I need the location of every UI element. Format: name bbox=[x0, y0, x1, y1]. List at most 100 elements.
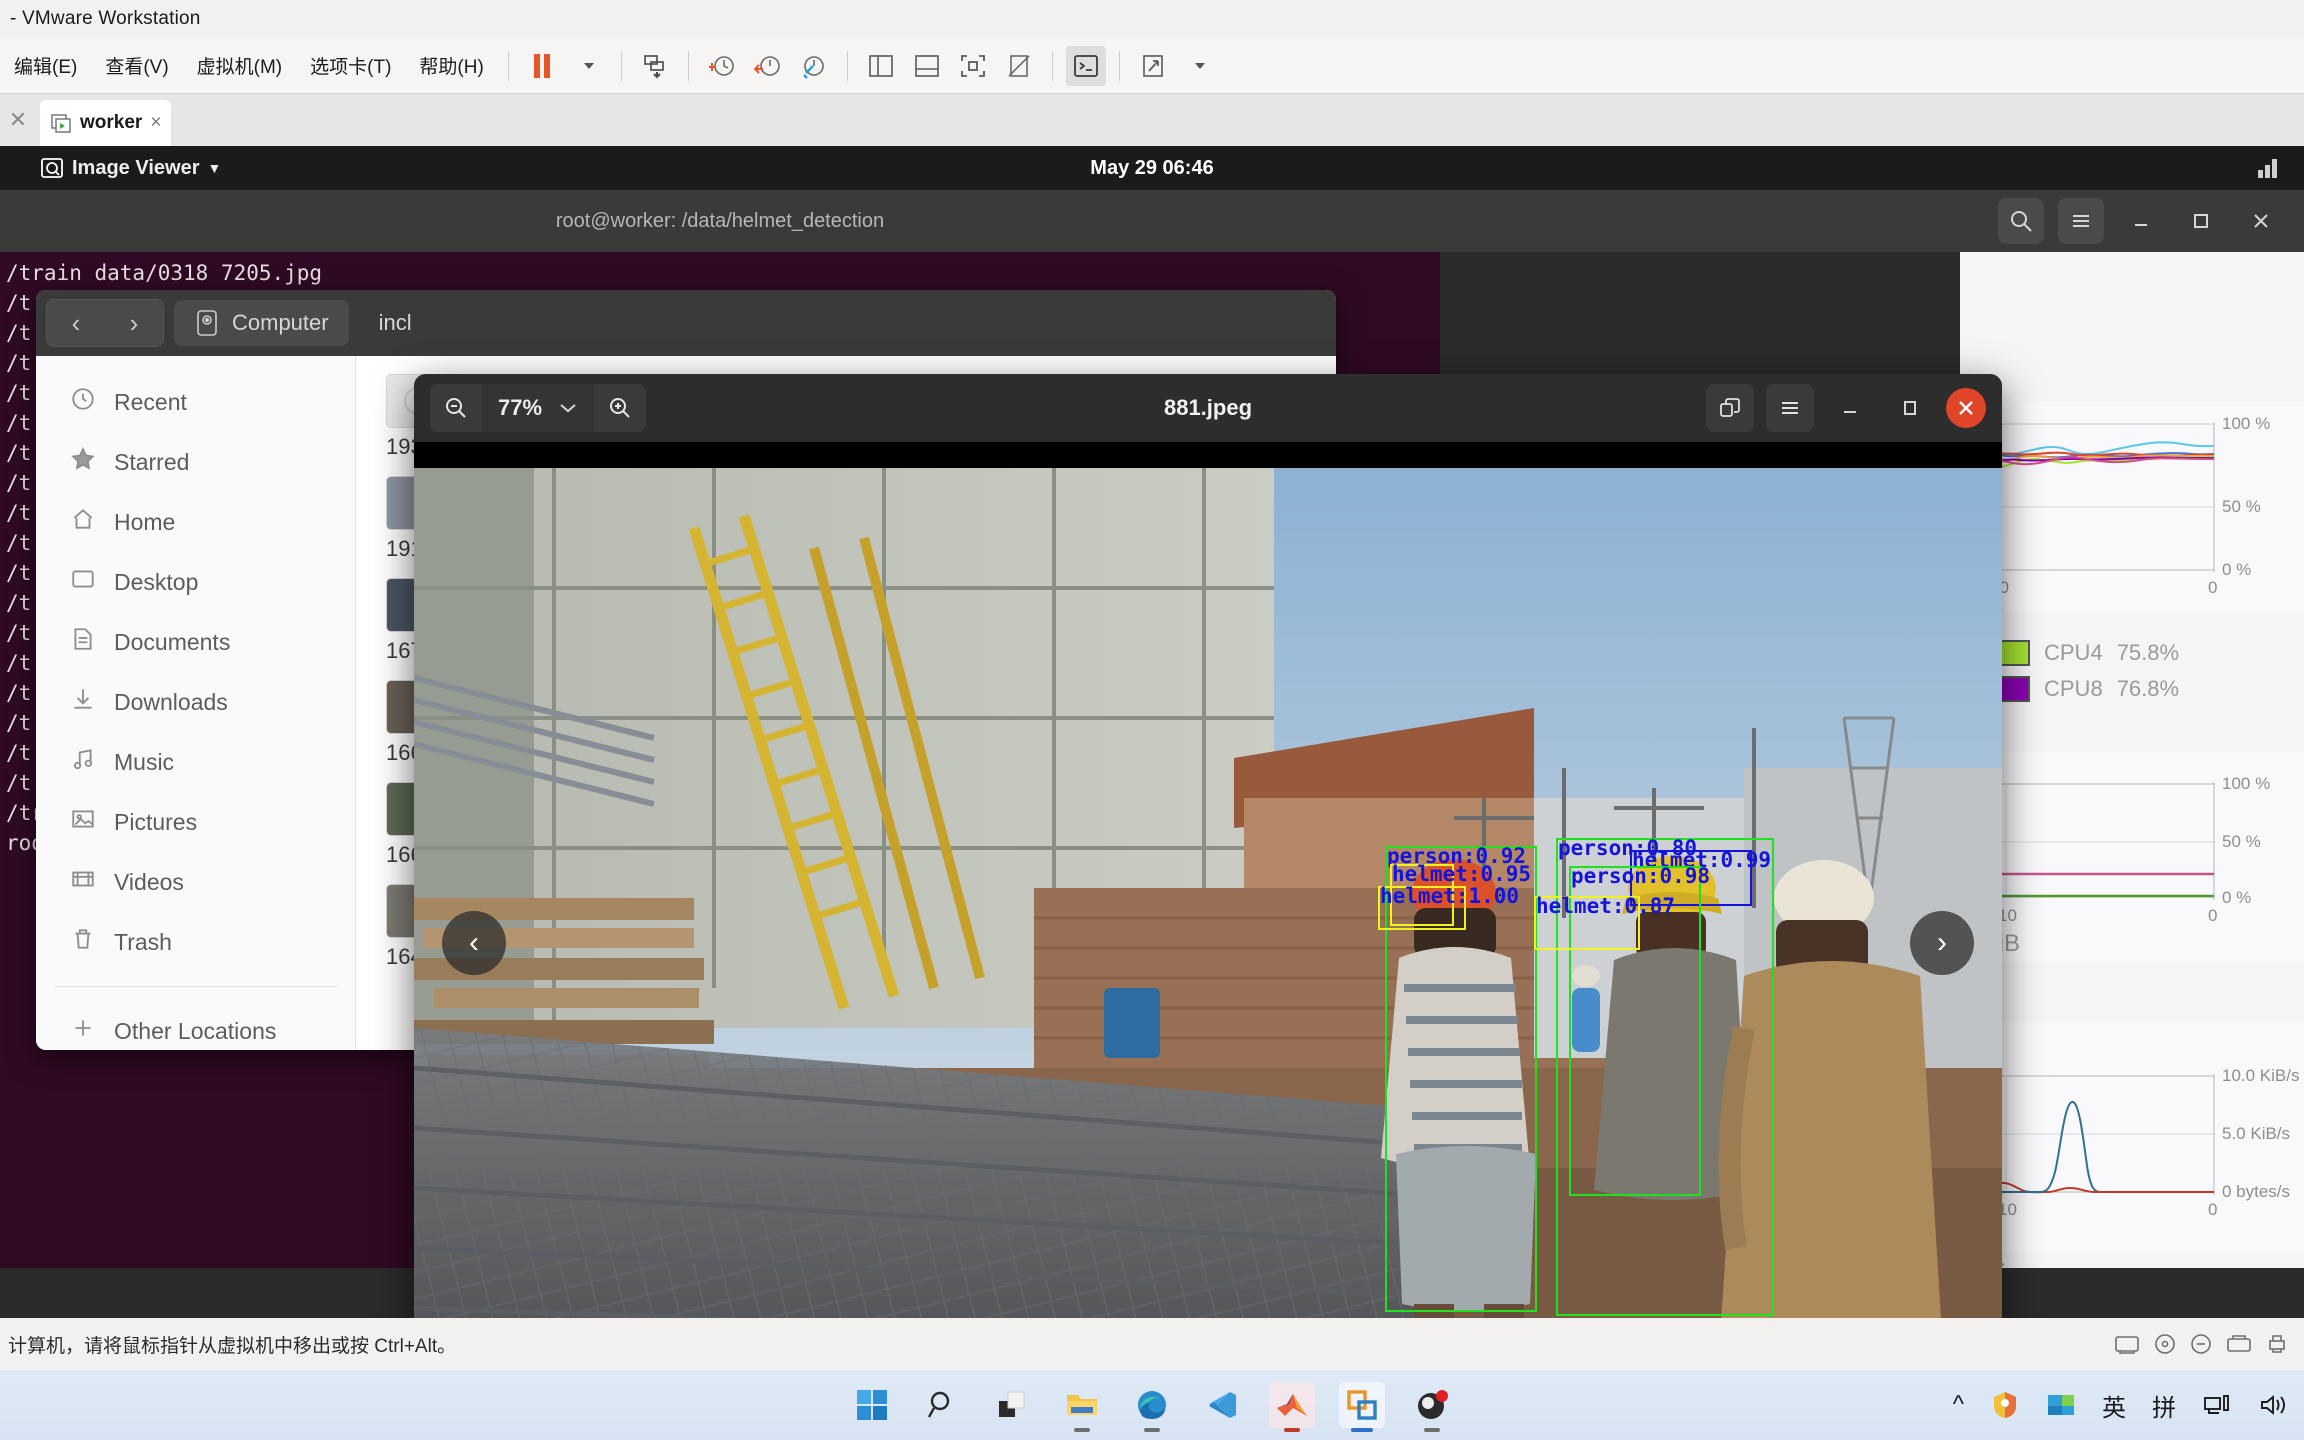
ime-language-indicator[interactable]: 英 bbox=[2102, 1388, 2126, 1423]
fullscreen-icon[interactable] bbox=[953, 46, 993, 86]
menu-help[interactable]: 帮助(H) bbox=[405, 52, 497, 79]
menu-vm[interactable]: 虚拟机(M) bbox=[183, 52, 296, 79]
sidebar-item-label: Starred bbox=[114, 448, 190, 475]
image-viewer-window-controls bbox=[1706, 384, 1986, 432]
maximize-icon[interactable] bbox=[1886, 384, 1934, 432]
revert-snapshot-icon[interactable] bbox=[748, 46, 788, 86]
vmware-menubar: 编辑(E) 查看(V) 虚拟机(M) 选项卡(T) 帮助(H) bbox=[0, 38, 2304, 94]
ubuntu-system-tray[interactable] bbox=[2256, 156, 2282, 180]
image-viewer-window[interactable]: 77% 881.jpeg person:0.92 helmet:0.95 hel… bbox=[414, 374, 2002, 1318]
start-button[interactable] bbox=[849, 1382, 895, 1428]
network-icon bbox=[2258, 159, 2277, 178]
tray-expand-icon[interactable]: ^ bbox=[1953, 1391, 1964, 1419]
download-icon bbox=[70, 686, 96, 718]
vmware-titlebar: - VMware Workstation bbox=[0, 0, 2304, 38]
maximize-icon[interactable] bbox=[2178, 198, 2224, 244]
minimize-icon[interactable] bbox=[2118, 198, 2164, 244]
matlab-icon[interactable] bbox=[1269, 1382, 1315, 1432]
menu-view[interactable]: 查看(V) bbox=[91, 52, 182, 79]
image-viewer-canvas[interactable]: person:0.92 helmet:0.95 helmet:1.00 person:… bbox=[414, 442, 2002, 1318]
ubuntu-app-menu[interactable]: Image Viewer ▼ bbox=[40, 156, 221, 180]
mem-ytick-50: 50 % bbox=[2222, 832, 2261, 851]
sidebar-item-other-locations[interactable]: Other Locations bbox=[36, 1001, 355, 1050]
ime-pinyin-indicator[interactable]: 拼 bbox=[2152, 1388, 2176, 1423]
zoom-level-value: 77% bbox=[498, 395, 543, 420]
path-button-label: Computer bbox=[232, 310, 329, 335]
network-icon[interactable] bbox=[2202, 1392, 2232, 1418]
vm-tab-close-icon[interactable]: × bbox=[150, 112, 161, 134]
path-button-secondary[interactable]: incl bbox=[359, 300, 432, 346]
onedrive-icon[interactable] bbox=[2046, 1392, 2076, 1418]
image-viewer-titlebar: 77% 881.jpeg bbox=[414, 374, 2002, 442]
image-viewer-icon bbox=[41, 158, 63, 178]
stretch-caret-icon[interactable] bbox=[1179, 46, 1219, 86]
toolbar-divider-4 bbox=[846, 50, 848, 81]
previous-image-button[interactable]: ‹ bbox=[442, 911, 506, 975]
stretch-guest-icon[interactable] bbox=[1133, 46, 1173, 86]
printer-icon bbox=[2269, 1335, 2285, 1353]
toolbar-divider-3 bbox=[687, 50, 689, 81]
hamburger-menu-icon[interactable] bbox=[1766, 384, 1814, 432]
menu-edit[interactable]: 编辑(E) bbox=[0, 52, 91, 79]
sidebar-bottom-icon[interactable] bbox=[907, 46, 947, 86]
snapshot-manager-icon[interactable] bbox=[794, 46, 834, 86]
sidebar-item-trash[interactable]: Trash bbox=[36, 912, 355, 972]
security-icon[interactable] bbox=[1990, 1390, 2020, 1420]
zoom-in-icon[interactable] bbox=[594, 384, 647, 432]
search-icon[interactable] bbox=[919, 1382, 965, 1428]
edge-icon[interactable] bbox=[1129, 1382, 1175, 1432]
vmware-icon[interactable] bbox=[1339, 1382, 1385, 1432]
task-view-icon[interactable] bbox=[989, 1382, 1035, 1428]
volume-icon[interactable] bbox=[2258, 1392, 2288, 1418]
sidebar-item-home[interactable]: Home bbox=[36, 492, 355, 552]
zoom-level-selector[interactable]: 77% bbox=[482, 384, 595, 432]
close-icon[interactable] bbox=[1946, 388, 1986, 428]
home-tab-close-icon[interactable]: ✕ bbox=[4, 106, 32, 134]
sidebar-item-videos[interactable]: Videos bbox=[36, 852, 355, 912]
unity-mode-icon[interactable] bbox=[999, 46, 1039, 86]
vmware-status-icons[interactable] bbox=[2114, 1333, 2288, 1355]
file-explorer-icon[interactable] bbox=[1059, 1382, 1105, 1432]
sidebar-item-pictures[interactable]: Pictures bbox=[36, 792, 355, 852]
search-icon[interactable] bbox=[1998, 198, 2044, 244]
sidebar-item-desktop[interactable]: Desktop bbox=[36, 552, 355, 612]
minimize-icon[interactable] bbox=[1826, 384, 1874, 432]
vm-tab-worker[interactable]: worker × bbox=[40, 100, 172, 146]
chevron-down-icon[interactable] bbox=[568, 46, 608, 86]
sidebar-item-label: Home bbox=[114, 508, 176, 535]
sidebar-left-icon[interactable] bbox=[861, 46, 901, 86]
sidebar-item-recent[interactable]: Recent bbox=[36, 372, 355, 432]
sidebar-item-music[interactable]: Music bbox=[36, 732, 355, 792]
zoom-out-icon[interactable] bbox=[430, 384, 482, 432]
close-icon[interactable] bbox=[2238, 198, 2284, 244]
menu-tabs[interactable]: 选项卡(T) bbox=[296, 52, 405, 79]
terminal-titlebar: root@worker: /data/helmet_detection bbox=[0, 190, 1440, 252]
pause-icon[interactable] bbox=[522, 46, 562, 86]
detection-label: helmet:1.00 bbox=[1380, 884, 1520, 908]
sidebar-item-downloads[interactable]: Downloads bbox=[36, 672, 355, 732]
take-snapshot-icon[interactable] bbox=[702, 46, 742, 86]
obs-icon[interactable] bbox=[1409, 1382, 1455, 1432]
sidebar-item-label: Videos bbox=[114, 868, 184, 895]
send-ctrl-alt-del-icon[interactable] bbox=[635, 46, 675, 86]
network-adapter-icon bbox=[2227, 1335, 2251, 1352]
next-image-button[interactable]: › bbox=[1910, 911, 1974, 975]
taskbar-tray: ^ 英 拼 bbox=[1953, 1388, 2288, 1423]
sidebar-item-documents[interactable]: Documents bbox=[36, 612, 355, 672]
sidebar-item-label: Recent bbox=[114, 388, 187, 415]
sidebar-item-starred[interactable]: Starred bbox=[36, 432, 355, 492]
sidebar-item-label: Music bbox=[114, 748, 175, 775]
back-button[interactable]: ‹ bbox=[47, 300, 105, 346]
path-button-computer[interactable]: Computer bbox=[174, 300, 349, 346]
console-view-icon[interactable] bbox=[1065, 45, 1106, 86]
forward-button[interactable]: › bbox=[105, 300, 163, 346]
vm-icon bbox=[51, 114, 71, 133]
copy-window-icon[interactable] bbox=[1706, 384, 1754, 432]
chevron-down-icon bbox=[560, 404, 576, 413]
hamburger-menu-icon[interactable] bbox=[2058, 198, 2104, 244]
vscode-icon[interactable] bbox=[1199, 1382, 1245, 1428]
ubuntu-topbar: Image Viewer ▼ May 29 06:46 bbox=[0, 146, 2304, 190]
ubuntu-clock[interactable]: May 29 06:46 bbox=[1090, 157, 1213, 180]
detection-label: helmet:0.95 bbox=[1392, 862, 1532, 886]
previous-arrow-glyph: ‹ bbox=[469, 926, 479, 959]
